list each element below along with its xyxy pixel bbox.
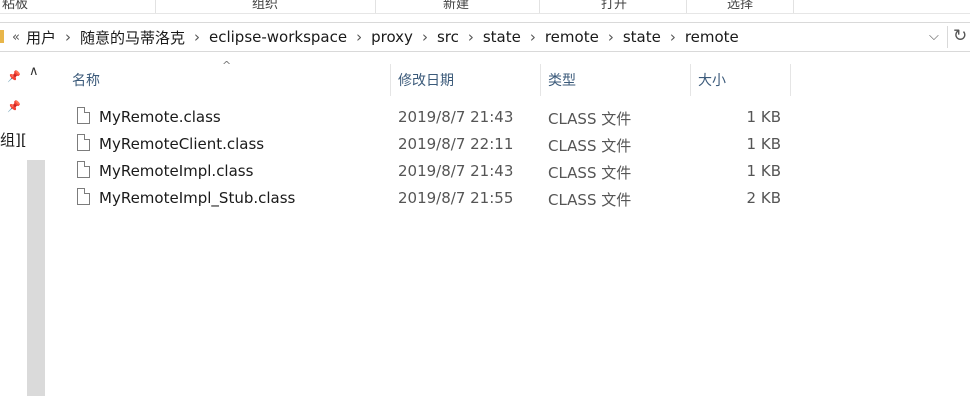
- ribbon-separator: [539, 0, 540, 13]
- file-icon: [77, 134, 90, 151]
- breadcrumb: « 用户 › 随意的马蒂洛克 › eclipse-workspace › pro…: [12, 23, 739, 51]
- column-header-type-label: 类型: [548, 73, 576, 89]
- nav-item-partial[interactable]: 组][: [0, 129, 27, 150]
- file-icon: [77, 107, 90, 124]
- column-divider[interactable]: [390, 64, 391, 96]
- file-date: 2019/8/7 21:55: [398, 189, 514, 207]
- navigation-pane: 📌 📌 组][: [0, 60, 27, 396]
- file-type: CLASS 文件: [548, 137, 632, 155]
- column-header-size-label: 大小: [698, 73, 726, 89]
- column-header-type[interactable]: 类型: [548, 64, 690, 96]
- breadcrumb-item-users[interactable]: 用户: [26, 27, 56, 48]
- file-row[interactable]: MyRemoteImpl_Stub.class 2019/8/7 21:55 C…: [46, 185, 970, 212]
- ribbon-group-organize: 组织: [251, 0, 278, 12]
- breadcrumb-overflow-button[interactable]: «: [12, 30, 20, 45]
- breadcrumb-item-remote[interactable]: remote: [545, 28, 599, 46]
- breadcrumb-item-src[interactable]: src: [437, 28, 459, 46]
- pin-icon[interactable]: 📌: [7, 100, 21, 113]
- chevron-down-icon[interactable]: ⌵: [929, 29, 939, 44]
- chevron-right-icon[interactable]: ›: [65, 28, 71, 46]
- chevron-right-icon[interactable]: ›: [608, 28, 614, 46]
- file-type: CLASS 文件: [548, 110, 632, 128]
- file-date: 2019/8/7 21:43: [398, 108, 514, 126]
- pin-icon[interactable]: 📌: [7, 70, 21, 83]
- chevron-right-icon[interactable]: ›: [194, 28, 200, 46]
- chevron-right-icon[interactable]: ›: [356, 28, 362, 46]
- chevron-right-icon[interactable]: ›: [468, 28, 474, 46]
- ribbon-group-new: 新建: [442, 0, 469, 12]
- file-name[interactable]: MyRemoteClient.class: [99, 135, 264, 153]
- file-icon: [77, 161, 90, 178]
- chevron-right-icon[interactable]: ›: [670, 28, 676, 46]
- breadcrumb-item-proxy[interactable]: proxy: [371, 28, 413, 46]
- breadcrumb-item-state[interactable]: state: [483, 28, 521, 46]
- ribbon-separator: [375, 0, 376, 13]
- ribbon-separator: [686, 0, 687, 13]
- column-divider[interactable]: [790, 64, 791, 96]
- file-row[interactable]: MyRemoteImpl.class 2019/8/7 21:43 CLASS …: [46, 158, 970, 185]
- ribbon-group-labels: 粘板 组织 新建 打开 选择: [0, 0, 970, 14]
- file-type: CLASS 文件: [548, 191, 632, 209]
- file-size: 1 KB: [746, 162, 781, 180]
- breadcrumb-item-remote-2[interactable]: remote: [685, 28, 739, 46]
- folder-icon: [0, 30, 4, 43]
- file-date: 2019/8/7 22:11: [398, 135, 514, 153]
- file-size: 1 KB: [746, 135, 781, 153]
- breadcrumb-item-user[interactable]: 随意的马蒂洛克: [80, 27, 185, 48]
- file-name[interactable]: MyRemote.class: [99, 108, 221, 126]
- file-name[interactable]: MyRemoteImpl.class: [99, 162, 253, 180]
- address-bar[interactable]: « 用户 › 随意的马蒂洛克 › eclipse-workspace › pro…: [0, 22, 970, 52]
- ribbon-group-clipboard: 粘板: [1, 0, 28, 12]
- column-header-name[interactable]: 名称: [72, 64, 390, 96]
- file-row[interactable]: MyRemoteClient.class 2019/8/7 22:11 CLAS…: [46, 131, 970, 158]
- chevron-right-icon[interactable]: ›: [530, 28, 536, 46]
- column-header-date[interactable]: 修改日期: [398, 64, 540, 96]
- file-list: ^ 名称 修改日期 类型 大小 MyRemote.class 2019/8/7 …: [46, 59, 970, 396]
- file-size: 1 KB: [746, 108, 781, 126]
- nav-scrollbar[interactable]: [27, 160, 45, 396]
- column-header-size[interactable]: 大小: [698, 64, 790, 96]
- column-header-name-label: 名称: [72, 73, 100, 89]
- address-separator: [947, 26, 948, 48]
- file-type: CLASS 文件: [548, 164, 632, 182]
- ribbon-group-open: 打开: [600, 0, 627, 12]
- ribbon-separator: [793, 0, 794, 13]
- file-row[interactable]: MyRemote.class 2019/8/7 21:43 CLASS 文件 1…: [46, 104, 970, 131]
- chevron-right-icon[interactable]: ›: [422, 28, 428, 46]
- ribbon-group-select: 选择: [726, 0, 753, 12]
- chevron-up-icon[interactable]: ∧: [29, 64, 39, 79]
- file-date: 2019/8/7 21:43: [398, 162, 514, 180]
- refresh-icon[interactable]: ↻: [953, 26, 967, 46]
- column-divider[interactable]: [540, 64, 541, 96]
- ribbon-separator: [155, 0, 156, 13]
- file-name[interactable]: MyRemoteImpl_Stub.class: [99, 189, 295, 207]
- breadcrumb-item-eclipse-workspace[interactable]: eclipse-workspace: [209, 28, 347, 46]
- column-divider[interactable]: [690, 64, 691, 96]
- file-size: 2 KB: [746, 189, 781, 207]
- breadcrumb-item-state-2[interactable]: state: [623, 28, 661, 46]
- file-icon: [77, 188, 90, 205]
- column-header-date-label: 修改日期: [398, 73, 454, 89]
